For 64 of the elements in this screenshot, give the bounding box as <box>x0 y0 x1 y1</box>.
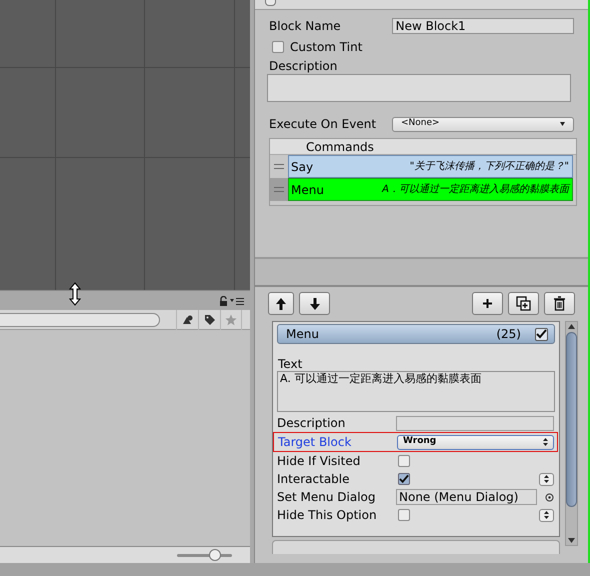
field-label: Interactable <box>277 471 351 488</box>
command-count: (25) <box>496 326 521 343</box>
move-down-button[interactable] <box>299 292 330 315</box>
block-dropdown[interactable]: Wrong <box>397 434 554 450</box>
scroll-down-icon[interactable] <box>568 535 575 545</box>
field-label: Set Menu Dialog <box>277 489 377 506</box>
menu-icon[interactable] <box>230 296 244 304</box>
move-up-button[interactable] <box>268 292 294 315</box>
object-field[interactable]: None (Menu Dialog) <box>396 489 537 505</box>
arrow-down-icon <box>308 296 320 310</box>
field-label: Hide If Visited <box>277 453 362 470</box>
dropdown-arrow-icon <box>560 122 565 126</box>
field-label: Target Block <box>278 434 352 451</box>
command-summary: "关于飞沫传播，下列不正确的是？" <box>408 160 569 174</box>
slider-thumb[interactable] <box>209 549 222 561</box>
plus-icon <box>483 299 492 308</box>
checkbox[interactable] <box>398 473 410 485</box>
delete-button[interactable] <box>544 292 575 315</box>
tag-icon[interactable] <box>204 314 216 326</box>
arrow-up-icon <box>275 296 287 310</box>
star-icon[interactable] <box>225 314 237 326</box>
field-label: Text <box>277 357 304 371</box>
scrollbar-thumb[interactable] <box>566 332 577 507</box>
checkbox[interactable] <box>272 41 284 53</box>
command-title: Menu <box>286 326 320 343</box>
duplicate-button[interactable] <box>508 292 539 315</box>
field-label: Description <box>277 415 346 432</box>
checkbox-label: Custom Tint <box>290 39 362 56</box>
checkbox[interactable] <box>398 455 410 467</box>
search-field[interactable] <box>0 312 160 326</box>
command-summary: A．可以通过一定距离进入易感的黏膜表面 <box>380 182 569 197</box>
spinner-icon <box>544 475 549 483</box>
scrollbar[interactable] <box>565 321 578 546</box>
options-button[interactable] <box>539 508 554 522</box>
add-button[interactable] <box>472 292 503 315</box>
checkbox[interactable] <box>265 0 276 6</box>
checkbox[interactable] <box>398 509 410 521</box>
command-name: Menu <box>291 182 325 198</box>
event-dropdown[interactable]: <None> <box>392 116 574 132</box>
enabled-checkbox[interactable] <box>535 328 548 340</box>
spinner-icon <box>543 438 548 446</box>
command-header[interactable]: Menu (25) <box>277 324 555 344</box>
text-area[interactable]: A. 可以通过一定距离进入易感的黏膜表面 <box>277 371 555 412</box>
field-label: Block Name <box>269 18 342 35</box>
field-label: Hide This Option <box>277 507 378 524</box>
scroll-up-icon[interactable] <box>568 322 575 332</box>
field-label: Description <box>269 58 338 74</box>
options-button[interactable] <box>539 472 554 486</box>
input-field[interactable]: New Block1 <box>392 18 574 34</box>
spinner-icon <box>544 511 549 519</box>
duplicate-icon <box>516 296 531 311</box>
field-label: Execute On Event <box>269 116 378 133</box>
shapes-icon[interactable] <box>182 314 194 324</box>
drag-handle[interactable] <box>270 178 288 201</box>
command-row[interactable]: Menu A．可以通过一定距离进入易感的黏膜表面 <box>288 178 573 201</box>
resize-cursor-icon <box>69 282 81 306</box>
description-field[interactable] <box>267 74 571 102</box>
trash-icon <box>553 296 566 311</box>
command-row[interactable]: Say "关于飞沫传播，下列不正确的是？" <box>288 155 573 178</box>
input-field[interactable] <box>396 416 554 430</box>
list-header: Commands <box>306 140 374 154</box>
command-name: Say <box>291 158 314 176</box>
object-picker-icon[interactable] <box>545 492 554 502</box>
lock-icon[interactable] <box>219 296 228 306</box>
